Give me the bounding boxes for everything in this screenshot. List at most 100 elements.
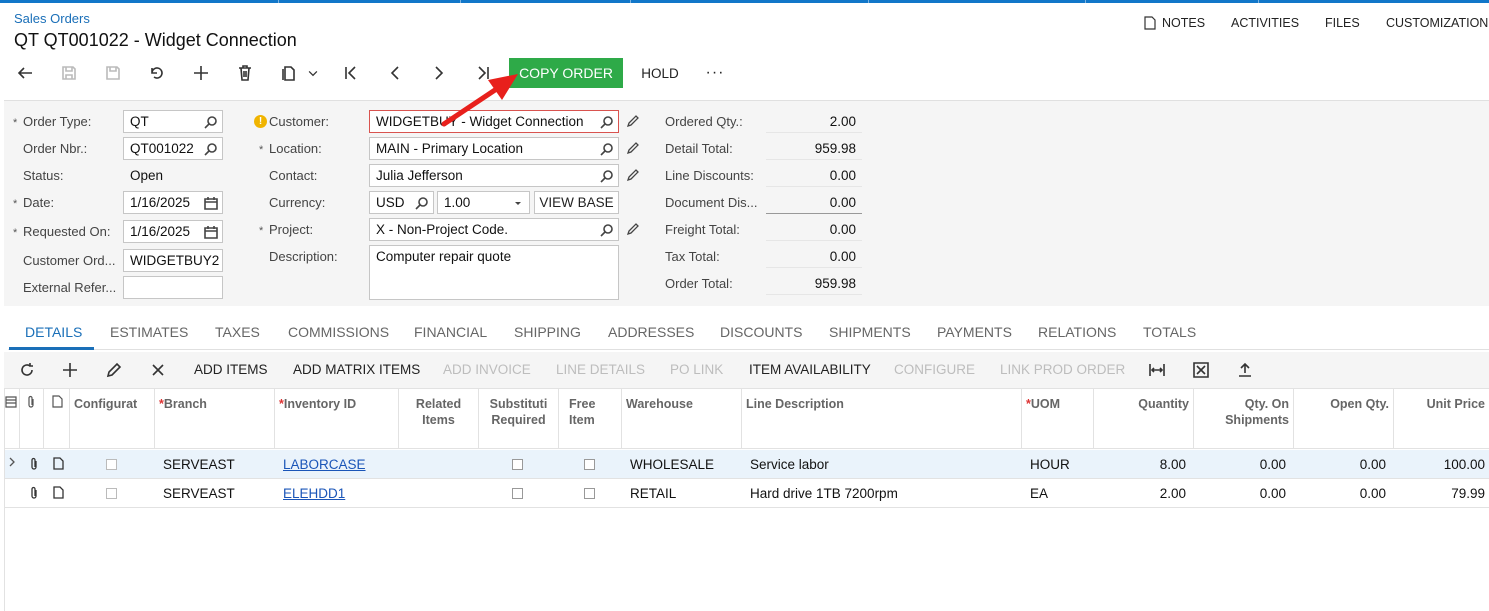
note-icon[interactable] bbox=[53, 486, 64, 502]
requested-on-field[interactable]: 1/16/2025 bbox=[123, 220, 223, 243]
column-unit-price[interactable]: Unit Price bbox=[1394, 389, 1489, 449]
tab-shipping[interactable]: SHIPPING bbox=[514, 324, 581, 340]
inventory-id-link[interactable]: LABORCASE bbox=[283, 457, 366, 472]
search-icon[interactable] bbox=[415, 196, 429, 210]
uom-cell[interactable]: HOUR bbox=[1030, 457, 1070, 472]
add-invoice-button[interactable]: ADD INVOICE bbox=[443, 362, 531, 377]
currency-field[interactable]: USD bbox=[369, 191, 434, 214]
notes-button[interactable]: NOTES bbox=[1162, 16, 1205, 30]
tab-taxes[interactable]: TAXES bbox=[215, 324, 260, 340]
column-branch[interactable]: *Branch bbox=[155, 389, 275, 449]
breadcrumb[interactable]: Sales Orders bbox=[14, 11, 90, 26]
files-button[interactable]: FILES bbox=[1325, 16, 1360, 30]
free-item-checkbox[interactable] bbox=[584, 488, 595, 499]
row-selector-header[interactable] bbox=[4, 389, 20, 449]
tab-shipments[interactable]: SHIPMENTS bbox=[829, 324, 911, 340]
save-icon[interactable] bbox=[102, 60, 124, 86]
undo-icon[interactable] bbox=[146, 60, 168, 86]
tab-estimates[interactable]: ESTIMATES bbox=[110, 324, 188, 340]
first-record-icon[interactable] bbox=[340, 60, 362, 86]
column-qty-on-shipments[interactable]: Qty. On Shipments bbox=[1194, 389, 1294, 449]
copy-paste-icon[interactable] bbox=[278, 60, 300, 86]
tab-addresses[interactable]: ADDRESSES bbox=[608, 324, 694, 340]
customization-button[interactable]: CUSTOMIZATION bbox=[1386, 16, 1488, 30]
uom-cell[interactable]: EA bbox=[1030, 486, 1048, 501]
tab-totals[interactable]: TOTALS bbox=[1143, 324, 1196, 340]
row-expand-chevron-icon[interactable] bbox=[8, 456, 16, 471]
search-icon[interactable] bbox=[600, 115, 614, 129]
column-free-item[interactable]: Free Item bbox=[559, 389, 622, 449]
search-icon[interactable] bbox=[204, 115, 218, 129]
chevron-down-icon[interactable] bbox=[306, 60, 320, 86]
add-matrix-items-button[interactable]: ADD MATRIX ITEMS bbox=[293, 362, 420, 377]
po-link-button[interactable]: PO LINK bbox=[670, 362, 723, 377]
more-menu-button[interactable]: ··· bbox=[700, 60, 730, 86]
branch-cell[interactable]: SERVEAST bbox=[163, 457, 235, 472]
view-base-button[interactable]: VIEW BASE bbox=[534, 191, 619, 214]
description-field[interactable]: Computer repair quote bbox=[369, 245, 619, 300]
search-icon[interactable] bbox=[600, 169, 614, 183]
customer-ord-field[interactable]: WIDGETBUY2 bbox=[123, 249, 223, 272]
column-related-items[interactable]: Related Items bbox=[399, 389, 479, 449]
save-close-icon[interactable] bbox=[58, 60, 80, 86]
calendar-icon[interactable] bbox=[204, 196, 218, 210]
external-ref-field[interactable] bbox=[123, 276, 223, 299]
edit-pencil-icon[interactable] bbox=[626, 222, 640, 236]
column-inventory-id[interactable]: *Inventory ID bbox=[275, 389, 399, 449]
table-row[interactable]: SERVEAST LABORCASE WHOLESALE Service lab… bbox=[4, 450, 1489, 479]
column-open-qty[interactable]: Open Qty. bbox=[1294, 389, 1394, 449]
item-availability-button[interactable]: ITEM AVAILABILITY bbox=[749, 362, 871, 377]
tab-discounts[interactable]: DISCOUNTS bbox=[720, 324, 802, 340]
contact-field[interactable]: Julia Jefferson bbox=[369, 164, 619, 187]
column-configurat[interactable]: Configurat bbox=[70, 389, 155, 449]
add-items-button[interactable]: ADD ITEMS bbox=[194, 362, 268, 377]
currency-rate-select[interactable]: 1.00 bbox=[437, 191, 530, 214]
project-field[interactable]: X - Non-Project Code. bbox=[369, 218, 619, 241]
edit-row-icon[interactable] bbox=[105, 361, 123, 379]
calendar-icon[interactable] bbox=[204, 225, 218, 239]
tab-relations[interactable]: RELATIONS bbox=[1038, 324, 1116, 340]
search-icon[interactable] bbox=[600, 223, 614, 237]
activities-button[interactable]: ACTIVITIES bbox=[1231, 16, 1299, 30]
substitution-required-checkbox[interactable] bbox=[512, 459, 523, 470]
unit-price-cell[interactable]: 100.00 bbox=[1394, 457, 1485, 472]
note-icon[interactable] bbox=[53, 457, 64, 473]
column-quantity[interactable]: Quantity bbox=[1094, 389, 1194, 449]
line-details-button[interactable]: LINE DETAILS bbox=[556, 362, 645, 377]
quantity-cell[interactable]: 2.00 bbox=[1094, 486, 1186, 501]
document-discount-value[interactable]: 0.00 bbox=[766, 191, 862, 214]
table-row[interactable]: SERVEAST ELEHDD1 RETAIL Hard drive 1TB 7… bbox=[4, 479, 1489, 508]
upload-icon[interactable] bbox=[1236, 361, 1254, 379]
tab-commissions[interactable]: COMMISSIONS bbox=[288, 324, 389, 340]
attachment-icon[interactable] bbox=[28, 486, 40, 503]
configure-button[interactable]: CONFIGURE bbox=[894, 362, 975, 377]
notes-icon[interactable] bbox=[1144, 16, 1156, 30]
search-icon[interactable] bbox=[204, 142, 218, 156]
attachment-icon[interactable] bbox=[28, 457, 40, 474]
unit-price-cell[interactable]: 79.99 bbox=[1394, 486, 1485, 501]
tab-financial[interactable]: FINANCIAL bbox=[414, 324, 487, 340]
dropdown-arrow-icon[interactable] bbox=[511, 196, 525, 210]
delete-row-icon[interactable] bbox=[149, 361, 167, 379]
order-type-field[interactable]: QT bbox=[123, 110, 223, 133]
line-description-cell[interactable]: Service labor bbox=[750, 457, 829, 472]
free-item-checkbox[interactable] bbox=[584, 459, 595, 470]
refresh-icon[interactable] bbox=[18, 361, 36, 379]
edit-pencil-icon[interactable] bbox=[626, 114, 640, 128]
substitution-required-checkbox[interactable] bbox=[512, 488, 523, 499]
quantity-cell[interactable]: 8.00 bbox=[1094, 457, 1186, 472]
add-icon[interactable] bbox=[190, 60, 212, 86]
branch-cell[interactable]: SERVEAST bbox=[163, 486, 235, 501]
edit-pencil-icon[interactable] bbox=[626, 141, 640, 155]
order-nbr-field[interactable]: QT001022 bbox=[123, 137, 223, 160]
column-warehouse[interactable]: Warehouse bbox=[622, 389, 742, 449]
tab-details[interactable]: DETAILS bbox=[25, 324, 82, 340]
column-uom[interactable]: *UOM bbox=[1022, 389, 1094, 449]
back-icon[interactable] bbox=[14, 60, 36, 86]
column-substitution-required[interactable]: Substituti Required bbox=[479, 389, 559, 449]
configurable-checkbox[interactable] bbox=[106, 488, 117, 499]
search-icon[interactable] bbox=[600, 142, 614, 156]
location-field[interactable]: MAIN - Primary Location bbox=[369, 137, 619, 160]
link-prod-order-button[interactable]: LINK PROD ORDER bbox=[1000, 362, 1125, 377]
edit-pencil-icon[interactable] bbox=[626, 168, 640, 182]
